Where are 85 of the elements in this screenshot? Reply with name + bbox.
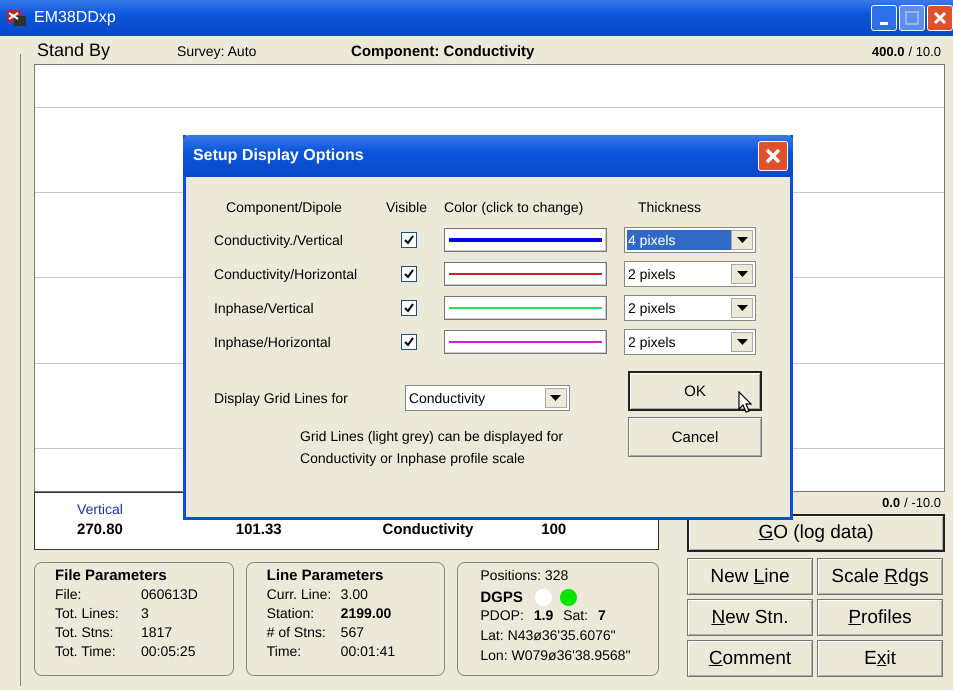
positions-label: Positions: 328 — [480, 567, 570, 585]
thickness-dropdown[interactable]: 2 pixels — [624, 329, 756, 355]
command-button[interactable]: Scale Rdgs — [817, 558, 943, 595]
column-header: Color (click to change) — [444, 199, 584, 215]
component-label: Component: Conductivity — [351, 43, 534, 60]
go-button[interactable]: GO (log data) — [687, 514, 945, 552]
dropdown-arrow-icon — [550, 395, 562, 401]
thickness-dropdown[interactable]: 4 pixels — [624, 227, 756, 253]
dropdown-arrow-icon — [736, 305, 748, 311]
parameter-value: 00:05:25 — [141, 642, 196, 658]
close-button[interactable] — [758, 141, 788, 171]
pdop-sat-text: PDOP: 1.9 Sat: 7 — [480, 607, 607, 625]
visible-checkbox[interactable] — [401, 334, 417, 350]
parameter-value: 1817 — [141, 624, 172, 640]
command-button[interactable]: Comment — [687, 640, 813, 677]
mouse-pointer-icon — [738, 391, 754, 415]
row-label: Conductivity./Vertical — [214, 232, 344, 248]
cancel-button[interactable]: Cancel — [628, 417, 762, 457]
color-swatch[interactable] — [444, 262, 607, 286]
status-label: Stand By — [37, 40, 112, 61]
command-button[interactable]: New Line — [687, 558, 813, 595]
parameter-label: # of Stns: — [266, 624, 327, 640]
scale-min-range: / -10.0 — [904, 494, 941, 510]
column-header: Visible — [386, 199, 428, 215]
command-button[interactable]: New Stn. — [687, 599, 813, 636]
latitude-text: Lat: N43ø36'35.6076" — [480, 627, 617, 645]
parameter-label: File: — [55, 586, 82, 602]
maximize-button[interactable] — [899, 5, 925, 31]
note-text: Conductivity or Inphase profile scale — [300, 449, 526, 468]
longitude-text: Lon: W079ø36'38.9568" — [480, 647, 632, 665]
scale-max-range: / 10.0 — [908, 44, 941, 59]
close-icon — [933, 11, 947, 25]
thickness-dropdown[interactable]: 2 pixels — [624, 261, 756, 287]
dialog-title: Setup Display Options — [193, 147, 365, 165]
parameter-value: 3 — [141, 604, 149, 620]
column-header: Thickness — [637, 199, 702, 215]
parameter-label: Tot. Time: — [55, 642, 117, 658]
color-swatch[interactable] — [444, 296, 607, 320]
command-button[interactable]: Exit — [817, 640, 943, 677]
scale-min-value: 0.0 — [882, 494, 900, 510]
ok-button[interactable]: OK — [628, 371, 762, 411]
parameter-label: Tot. Stns: — [55, 624, 114, 640]
grid-lines-dropdown[interactable]: Conductivity — [404, 385, 570, 411]
note-text: Grid Lines (light grey) can be displayed for — [300, 427, 564, 446]
maximize-icon — [905, 11, 919, 25]
grid-lines-label: Display Grid Lines for — [214, 390, 348, 406]
row-label: Inphase/Horizontal — [214, 334, 332, 350]
column-header: Component/Dipole — [225, 199, 343, 215]
dropdown-arrow-icon — [736, 339, 748, 345]
minimize-button[interactable] — [871, 5, 897, 31]
thickness-dropdown[interactable]: 2 pixels — [624, 295, 756, 321]
group-title: Line Parameters — [266, 567, 384, 584]
survey-label: Survey: Auto — [177, 43, 258, 59]
row-label: Inphase/Vertical — [214, 300, 315, 316]
dropdown-arrow-icon — [736, 237, 748, 243]
parameter-value: 00:01:41 — [340, 642, 396, 658]
parameter-value: 567 — [340, 624, 364, 640]
color-swatch[interactable] — [444, 330, 607, 354]
window-title: EM38DDxp — [34, 9, 116, 27]
visible-checkbox[interactable] — [401, 300, 417, 316]
group-title: File Parameters — [55, 567, 168, 584]
reading-heading: Vertical — [77, 501, 124, 519]
scale-max-value: 400.0 — [872, 44, 904, 59]
parameter-label: Tot. Lines: — [55, 604, 120, 620]
parameter-value: 2199.00 — [340, 604, 392, 620]
parameter-value: 3.00 — [340, 586, 368, 602]
parameter-value: 060613D — [141, 586, 198, 602]
reading-value: Conductivity — [382, 521, 474, 538]
app-icon — [6, 8, 28, 28]
command-button[interactable]: Profiles — [817, 599, 943, 636]
reading-value: 100 — [541, 521, 568, 538]
parameter-label: Curr. Line: — [266, 586, 332, 602]
color-swatch[interactable] — [444, 228, 607, 252]
visible-checkbox[interactable] — [401, 232, 417, 248]
visible-checkbox[interactable] — [401, 266, 417, 282]
close-button[interactable] — [927, 5, 953, 31]
close-icon — [764, 147, 782, 165]
parameter-label: Station: — [266, 604, 316, 620]
parameter-label: Time: — [266, 642, 302, 658]
dgps-label: DGPS — [480, 588, 523, 606]
row-label: Conductivity/Horizontal — [214, 266, 358, 282]
reading-value: 101.33 — [236, 521, 283, 538]
minimize-icon — [880, 22, 888, 24]
dropdown-arrow-icon — [736, 271, 748, 277]
reading-value: 270.80 — [77, 521, 124, 538]
